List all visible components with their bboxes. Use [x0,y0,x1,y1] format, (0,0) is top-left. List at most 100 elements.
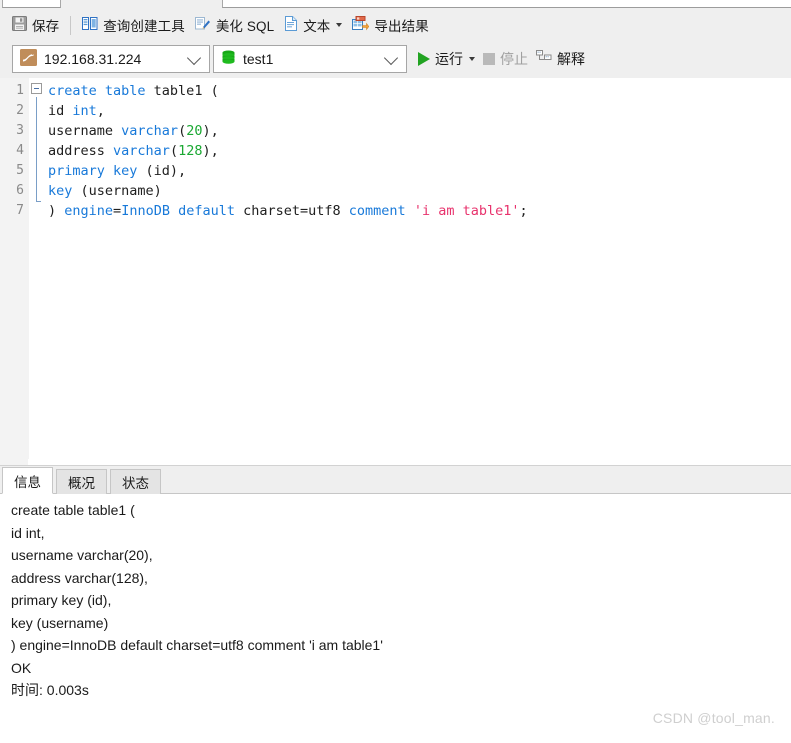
output-line: username varchar(20), [11,547,153,563]
code-token: = [113,203,122,219]
code-token: ( [169,143,179,159]
results-tab-2[interactable]: 状态 [110,469,161,494]
sql-code-body[interactable]: 1 create table table1 (2 id int, 3 username … [0,81,791,221]
code-token: 'i am table1' [413,203,520,219]
chevron-down-icon[interactable] [469,57,475,61]
code-token: varchar [113,143,170,159]
toolbar-separator-1 [70,15,72,35]
code-text: ) engine=InnoDB default charset=utf8 com… [48,201,528,221]
export-result-icon [352,16,370,34]
line-number: 4 [16,143,24,158]
code-line: 3 username varchar(20), [0,121,791,141]
code-token: engine [64,203,114,219]
code-token: charset=utf8 [234,203,349,219]
code-token: ) [48,203,65,219]
code-token: username [48,123,122,139]
results-message-output[interactable]: create table table1 (id int, username var… [0,494,791,743]
code-token: (username) [72,183,162,199]
output-line: 时间: 0.003s [11,682,89,698]
output-line: create table table1 ( [11,502,135,518]
code-text: primary key (id), [48,161,186,181]
beautify-sql-icon [194,16,211,34]
beautify-sql-label: 美化 SQL [215,19,275,34]
results-tab-label: 信息 [14,474,41,490]
save-button[interactable]: 保存 [7,13,64,37]
query-builder-button[interactable]: 查询创建工具 [77,13,190,37]
query-builder-label: 查询创建工具 [103,19,185,34]
code-token: varchar [121,123,179,139]
code-token: , [96,103,105,119]
code-token: int [72,103,97,119]
database-cylinder-icon [221,50,236,69]
code-token: ; [519,203,528,219]
output-line: key (username) [11,614,109,631]
selector-toolbar: 192.168.31.224 test1 db1 [0,41,791,115]
run-button[interactable]: 运行 [414,47,479,71]
results-tabbar: 信息 概况 状态 [0,466,791,494]
code-token: ), [202,123,219,139]
code-line: 5 primary key (id), [0,161,791,181]
code-token: comment [348,203,406,219]
results-tab-0[interactable]: 信息 [2,467,53,494]
explain-icon [536,50,552,68]
output-line: ) engine=InnoDB default charset=utf8 com… [11,637,383,653]
tab-remnant-left[interactable] [2,0,61,8]
code-text: key (username) [48,181,162,201]
code-token: primary key [48,163,138,179]
text-icon [284,16,298,34]
explain-button[interactable]: 解释 [532,47,589,71]
query-builder-icon [82,16,98,34]
export-result-label: 导出结果 [374,19,429,34]
code-token: 128 [178,143,203,159]
play-icon [418,52,430,66]
line-number: 1 [16,83,24,98]
code-line: 2 id int, [0,101,791,121]
code-line: 7) engine=InnoDB default charset=utf8 co… [0,201,791,221]
stop-button-label: 停止 [500,51,528,67]
tab-remnant-right[interactable] [222,0,791,8]
output-line: address varchar(128), [11,569,148,586]
text-button[interactable]: 文本 [279,13,347,37]
results-tab-label: 概况 [68,476,95,491]
code-token: 20 [186,123,203,139]
code-token: id [48,103,73,119]
line-number: 7 [16,203,24,218]
mariadb-seal-icon [20,49,37,69]
stop-icon [483,53,495,65]
beautify-sql-button[interactable]: 美化 SQL [190,13,279,37]
code-text: create table table1 ( [48,81,219,101]
sql-editor[interactable]: 1 create table table1 (2 id int, 3 username … [0,78,791,459]
code-line: 6 key (username) [0,181,791,201]
output-line: primary key (id), [11,592,112,608]
line-number: 5 [16,163,24,178]
explain-button-label: 解释 [557,51,585,67]
code-token: (id), [137,163,187,179]
export-result-button[interactable]: 导出结果 [347,13,433,37]
execution-controls: 运行 停止 解释 [414,45,589,73]
results-panel: 信息 概况 状态 create table table1 (id int, usern… [0,466,791,743]
code-text: address varchar(128), [48,141,219,161]
run-button-label: 运行 [435,51,463,67]
code-token: InnoDB default [121,203,235,219]
code-token: ( [178,123,187,139]
connection-selector[interactable]: 192.168.31.224 [12,45,210,73]
text-button-label: 文本 [303,19,331,34]
watermark: CSDN @tool_man. [652,710,775,726]
save-button-label: 保存 [32,19,60,34]
code-token: table1 ( [145,83,219,99]
line-number: 6 [16,183,24,198]
stop-button[interactable]: 停止 [479,47,532,71]
results-tab-1[interactable]: 概况 [56,469,107,494]
code-line: 4 address varchar(128), [0,141,791,161]
database-selector[interactable]: test1 [213,45,407,73]
output-line: OK [11,659,32,676]
connection-name: 192.168.31.224 [44,51,142,67]
database-name: test1 [243,51,274,67]
window-tabstrip [0,0,791,9]
chevron-down-icon[interactable] [336,23,343,27]
chevron-down-icon[interactable] [186,50,202,66]
chevron-down-icon[interactable] [383,50,399,66]
code-token: address [48,143,114,159]
code-text: id int, [48,101,105,121]
